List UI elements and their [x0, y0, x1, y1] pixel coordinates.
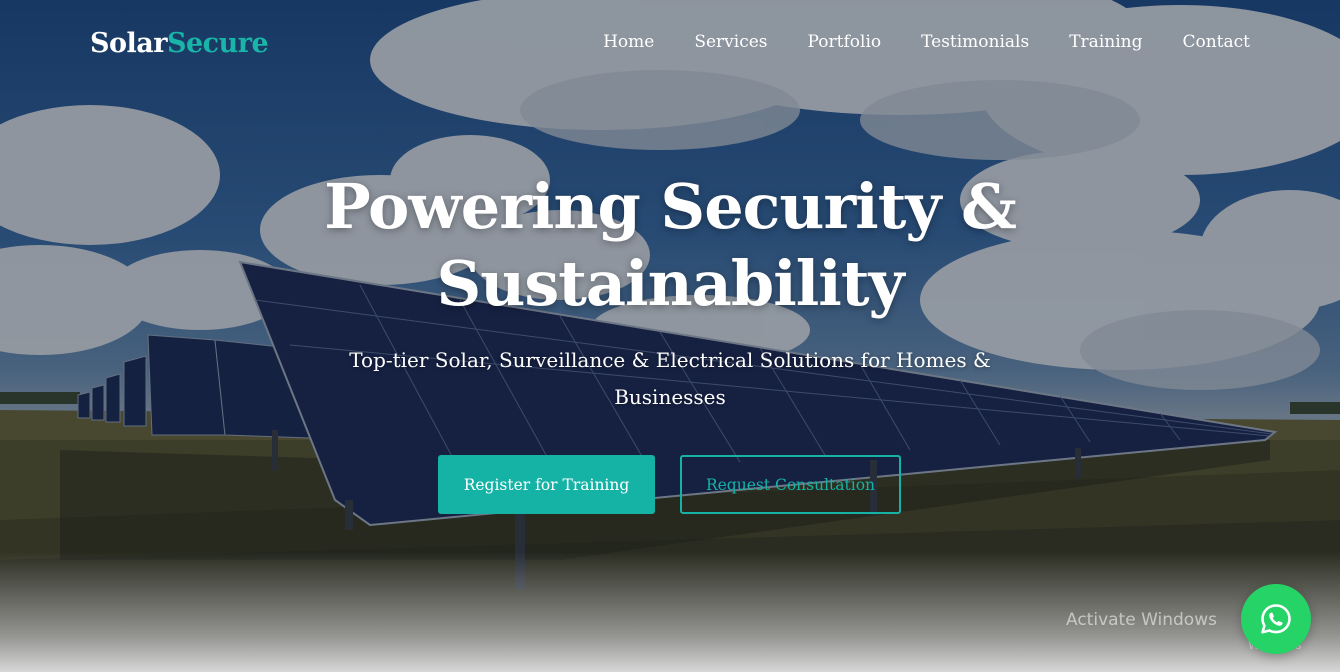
- brand-logo[interactable]: SolarSecure: [90, 28, 269, 59]
- nav-item-training[interactable]: Training: [1069, 32, 1142, 52]
- hero-title-line2: Sustainability: [436, 247, 904, 320]
- hero-subtitle-line1: Top-tier Solar, Surveillance & Electrica…: [349, 348, 991, 372]
- nav-item-home[interactable]: Home: [603, 32, 654, 52]
- request-consultation-button[interactable]: Request Consultation: [680, 455, 901, 514]
- hero-subtitle-line2: Businesses: [614, 385, 726, 409]
- nav-item-contact[interactable]: Contact: [1182, 32, 1250, 52]
- main-nav: Home Services Portfolio Testimonials Tra…: [603, 32, 1250, 52]
- brand-logo-part1: Solar: [90, 28, 167, 59]
- hero-subtitle: Top-tier Solar, Surveillance & Electrica…: [320, 342, 1020, 416]
- brand-logo-part2: Secure: [166, 28, 269, 59]
- nav-item-testimonials[interactable]: Testimonials: [921, 32, 1029, 52]
- hero-background: [0, 0, 1340, 672]
- activate-windows-watermark: Activate Windows: [1066, 610, 1217, 630]
- hero-title-line1: Powering Security &: [324, 170, 1017, 243]
- whatsapp-button[interactable]: [1241, 584, 1311, 654]
- register-training-button[interactable]: Register for Training: [438, 455, 655, 514]
- hero-title: Powering Security & Sustainability: [270, 168, 1070, 322]
- nav-item-portfolio[interactable]: Portfolio: [808, 32, 882, 52]
- whatsapp-icon: [1261, 604, 1291, 634]
- nav-item-services[interactable]: Services: [694, 32, 767, 52]
